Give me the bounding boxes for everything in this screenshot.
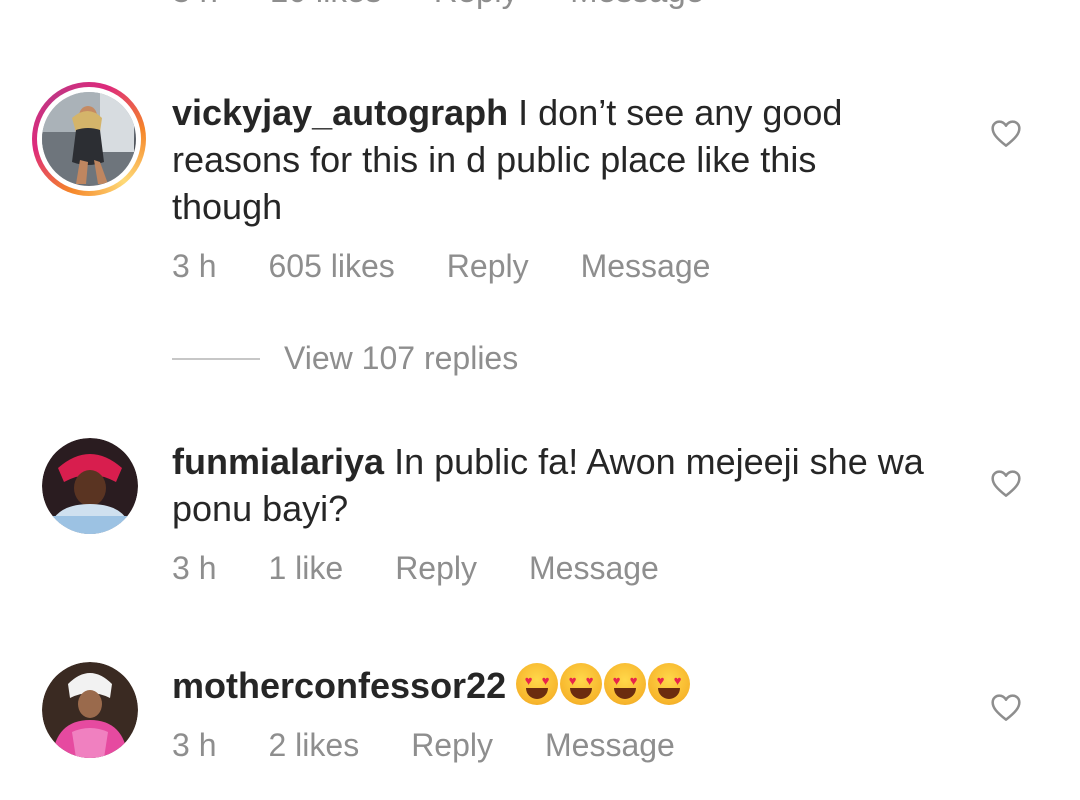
avatar-photo bbox=[42, 662, 138, 758]
comment-meta: 3 h 605 likes Reply Message bbox=[172, 248, 762, 285]
replies-divider bbox=[172, 357, 260, 360]
likes-count-link[interactable]: 605 likes bbox=[268, 248, 394, 285]
likes-count-link[interactable]: 10 likes bbox=[270, 0, 382, 10]
avatar-photo bbox=[42, 92, 134, 184]
likes-count-link[interactable]: 1 like bbox=[268, 550, 343, 587]
comment-time: 3 h bbox=[172, 248, 217, 284]
reply-button[interactable]: Reply bbox=[411, 727, 493, 764]
avatar[interactable] bbox=[32, 82, 146, 196]
heart-eyes-emoji: ♥ ♥ bbox=[604, 663, 647, 705]
comment-text: funmialariya In public fa! Awon mejeeji … bbox=[172, 438, 932, 532]
comment-text: vickyjay_autograph I don’t see any good … bbox=[172, 89, 932, 230]
comment-time: 3 h bbox=[172, 0, 218, 10]
message-button[interactable]: Message bbox=[529, 550, 659, 587]
heart-outline-icon[interactable] bbox=[990, 692, 1022, 722]
avatar-photo bbox=[42, 438, 138, 534]
heart-eyes-emoji: ♥ ♥ bbox=[560, 663, 603, 705]
message-button[interactable]: Message bbox=[581, 248, 711, 285]
likes-count-link[interactable]: 2 likes bbox=[268, 727, 359, 764]
username-link[interactable]: vickyjay_autograph bbox=[172, 92, 508, 133]
view-replies-button[interactable]: View 107 replies bbox=[172, 340, 518, 377]
heart-eyes-emoji: ♥ ♥ bbox=[516, 663, 559, 705]
view-replies-label: View 107 replies bbox=[284, 340, 519, 376]
username-link[interactable]: funmialariya bbox=[172, 441, 384, 482]
comments-page: 3 h 10 likes Reply Message bbox=[0, 0, 1080, 800]
avatar[interactable] bbox=[42, 438, 138, 534]
heart-eyes-emoji: ♥ ♥ bbox=[648, 663, 691, 705]
reply-button[interactable]: Reply bbox=[434, 0, 518, 10]
comment-meta: 3 h 1 like Reply Message bbox=[172, 550, 711, 587]
comment-text: motherconfessor22 ♥ ♥ ♥ ♥ ♥ ♥ ♥ ♥ bbox=[172, 662, 932, 709]
reply-button[interactable]: Reply bbox=[447, 248, 529, 285]
message-button[interactable]: Message bbox=[545, 727, 675, 764]
message-button[interactable]: Message bbox=[570, 0, 704, 10]
previous-comment-meta: 3 h 10 likes Reply Message bbox=[172, 0, 704, 10]
username-link[interactable]: motherconfessor22 bbox=[172, 665, 506, 706]
comment-time: 3 h bbox=[172, 727, 217, 763]
heart-outline-icon[interactable] bbox=[990, 118, 1022, 148]
heart-outline-icon[interactable] bbox=[990, 468, 1022, 498]
comment-meta: 3 h 2 likes Reply Message bbox=[172, 727, 727, 764]
comment-time: 3 h bbox=[172, 550, 217, 586]
avatar[interactable] bbox=[42, 662, 138, 758]
reply-button[interactable]: Reply bbox=[395, 550, 477, 587]
